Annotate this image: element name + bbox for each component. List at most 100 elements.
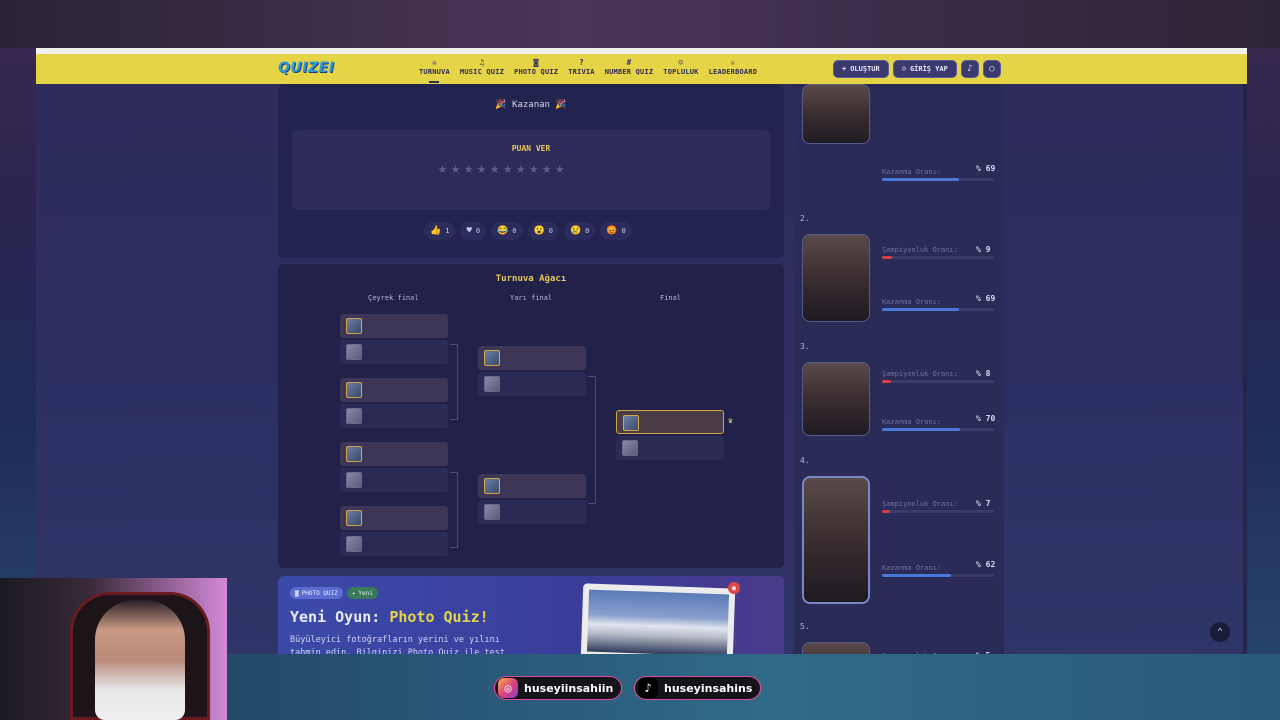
champion-rate-fill bbox=[882, 510, 890, 513]
instagram-badge: ◎ huseyiinsahiin bbox=[494, 676, 623, 700]
rank-number: 3. bbox=[800, 342, 810, 351]
tiktok-icon: ♪ bbox=[638, 678, 658, 698]
star-icon[interactable]: ★ bbox=[451, 160, 460, 176]
reaction-button[interactable]: 👍 1 bbox=[424, 222, 456, 240]
win-rate-label: Kazanma Oranı: bbox=[882, 298, 942, 306]
contestant-thumb bbox=[346, 510, 362, 526]
bracket-slot[interactable] bbox=[340, 404, 448, 428]
instagram-handle: huseyiinsahiin bbox=[524, 681, 614, 695]
win-rate-fill bbox=[882, 574, 952, 577]
star-icon[interactable]: ★ bbox=[490, 160, 499, 176]
star-icon[interactable]: ★ bbox=[529, 160, 538, 176]
bracket-slot[interactable] bbox=[478, 372, 586, 396]
reaction-button[interactable]: 😂 0 bbox=[491, 222, 523, 240]
nav-item-label: TRIVIA bbox=[568, 68, 595, 76]
star-icon[interactable]: ★ bbox=[477, 160, 486, 176]
champion-rate-fill bbox=[882, 380, 891, 383]
instagram-icon: ◎ bbox=[498, 678, 518, 698]
champion-rate-fill bbox=[882, 256, 893, 259]
win-rate-label: Kazanma Oranı: bbox=[882, 168, 942, 176]
champion-rate-label: Şampiyonluk Oranı: bbox=[882, 246, 958, 254]
contestant-thumb bbox=[346, 536, 362, 552]
reaction-count: 0 bbox=[585, 227, 590, 235]
contestant-photo[interactable] bbox=[802, 362, 870, 436]
rank-number: 4. bbox=[800, 456, 810, 465]
champion-rate-bar bbox=[882, 510, 994, 513]
star-icon[interactable]: ★ bbox=[438, 160, 447, 176]
win-rate-label: Kazanma Oranı: bbox=[882, 418, 942, 426]
promo-photo bbox=[580, 583, 736, 654]
nav-item-leaderboard[interactable]: ♕ LEADERBOARD bbox=[704, 57, 763, 76]
login-button[interactable]: ☺ GİRİŞ YAP bbox=[892, 60, 957, 78]
nav-item-turnuva[interactable]: ♔ TURNUVA bbox=[414, 57, 455, 83]
music-icon: ♫ bbox=[479, 58, 485, 67]
promo-banner[interactable]: ◙ PHOTO QUIZ ✦ Yeni Yeni Oyun: Photo Qui… bbox=[278, 576, 784, 654]
contestant-thumb bbox=[484, 350, 500, 366]
bracket-slot[interactable] bbox=[478, 346, 586, 370]
site-logo[interactable]: QUIZEI bbox=[278, 60, 334, 76]
scroll-top-button[interactable]: ⌃ bbox=[1210, 622, 1230, 642]
bell-icon[interactable]: ♪ bbox=[960, 60, 979, 78]
bracket-slot[interactable] bbox=[340, 532, 448, 556]
rank-number: 5. bbox=[800, 622, 810, 631]
nav-item-photo-quiz[interactable]: ◙ PHOTO QUIZ bbox=[509, 57, 563, 76]
star-icon[interactable]: ★ bbox=[503, 160, 512, 176]
champion-rate-bar bbox=[882, 256, 994, 259]
nav-actions: + OLUŞTUR ☺ GİRİŞ YAP ♪ ○ bbox=[833, 60, 1001, 78]
contestant-photo[interactable] bbox=[802, 642, 870, 654]
bracket-slot[interactable] bbox=[340, 506, 448, 530]
scrollbar[interactable] bbox=[1243, 84, 1247, 654]
nav-item-number-quiz[interactable]: # NUMBER QUIZ bbox=[600, 57, 659, 76]
hash-icon: # bbox=[626, 58, 632, 67]
round-label-final: Final bbox=[660, 294, 682, 302]
reaction-button[interactable]: 😡 0 bbox=[600, 222, 632, 240]
star-icon[interactable]: ★ bbox=[464, 160, 473, 176]
trophy-icon: ♔ bbox=[431, 58, 437, 67]
bracket-slot[interactable] bbox=[340, 314, 448, 338]
bracket-connector bbox=[450, 472, 458, 548]
round-label-semi: Yarı final bbox=[510, 294, 553, 302]
promo-title-prefix: Yeni Oyun: bbox=[290, 608, 390, 626]
win-rate-bar bbox=[882, 308, 994, 311]
contestant-photo[interactable] bbox=[802, 476, 870, 604]
camera-icon: ◙ bbox=[295, 589, 299, 597]
nav-item-music-quiz[interactable]: ♫ MUSIC QUIZ bbox=[455, 57, 509, 76]
create-button[interactable]: + OLUŞTUR bbox=[833, 60, 889, 78]
win-rate-fill bbox=[882, 178, 960, 181]
search-icon[interactable]: ○ bbox=[982, 60, 1001, 78]
bracket-slot[interactable] bbox=[340, 442, 448, 466]
bracket-slot[interactable] bbox=[478, 474, 586, 498]
star-rating: ★ ★ ★ ★ ★ ★ ★ ★ ★ ★ bbox=[438, 160, 564, 176]
star-icon[interactable]: ★ bbox=[542, 160, 551, 176]
bracket-slot[interactable] bbox=[340, 378, 448, 402]
bracket-slot[interactable] bbox=[340, 468, 448, 492]
reaction-count: 0 bbox=[548, 227, 553, 235]
login-label: GİRİŞ YAP bbox=[909, 65, 948, 73]
bracket-slot[interactable] bbox=[616, 436, 724, 460]
win-rate-bar bbox=[882, 574, 994, 577]
question-icon: ? bbox=[578, 58, 584, 67]
win-rate-value: % 62 bbox=[976, 560, 996, 569]
contestant-thumb bbox=[622, 440, 638, 456]
champion-rate-label: Şampiyonluk Oranı: bbox=[882, 370, 958, 378]
bracket-slot[interactable] bbox=[340, 340, 448, 364]
star-icon[interactable]: ★ bbox=[555, 160, 564, 176]
champion-rate-value: % 8 bbox=[976, 369, 991, 378]
contestant-photo[interactable] bbox=[802, 234, 870, 322]
tag-new: ✦ Yeni bbox=[346, 587, 378, 599]
nav-item-trivia[interactable]: ? TRIVIA bbox=[563, 57, 600, 76]
sparkle-icon: ✦ bbox=[351, 589, 356, 597]
party-icon: 🎉 bbox=[555, 100, 567, 110]
users-icon: ☺ bbox=[678, 58, 684, 67]
bracket-connector bbox=[450, 344, 458, 420]
reaction-button[interactable]: 😢 0 bbox=[563, 222, 596, 240]
reaction-button[interactable]: ♥ 0 bbox=[460, 222, 487, 240]
plus-icon: + bbox=[842, 65, 847, 73]
star-icon[interactable]: ★ bbox=[516, 160, 525, 176]
reaction-button[interactable]: 😮 0 bbox=[527, 222, 559, 240]
nav-item-topluluk[interactable]: ☺ TOPLULUK bbox=[658, 57, 703, 76]
rank-number: 2. bbox=[800, 214, 810, 223]
contestant-photo[interactable] bbox=[802, 84, 870, 144]
bracket-slot-winner[interactable] bbox=[616, 410, 724, 434]
bracket-slot[interactable] bbox=[478, 500, 586, 524]
